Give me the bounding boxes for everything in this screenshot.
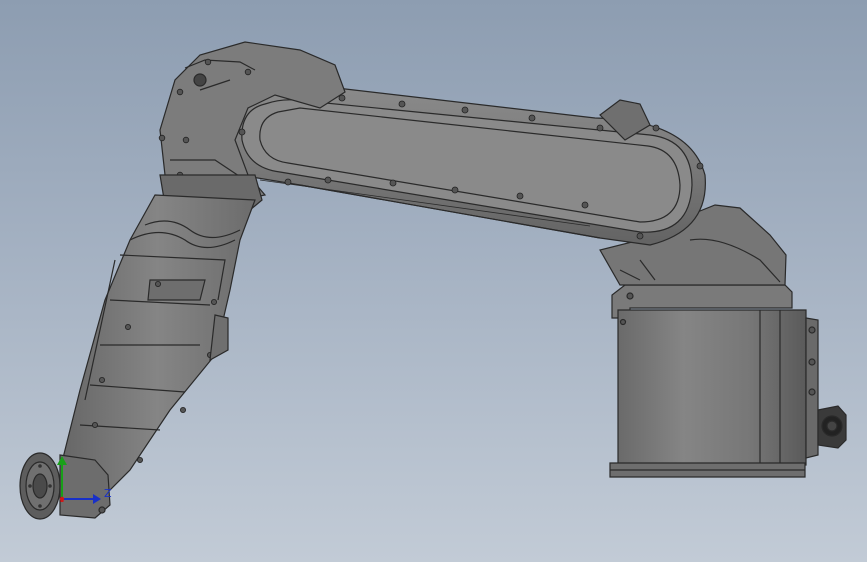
base-cable-connector <box>817 405 847 449</box>
robot-forearm <box>59 194 256 501</box>
robot-arm-model[interactable]: Z <box>0 0 867 562</box>
triad-z-label: Z <box>104 487 112 500</box>
robot-base <box>609 284 847 478</box>
cad-graphics-viewport[interactable]: Z <box>0 0 867 562</box>
robot-upper-arm <box>221 78 706 246</box>
triad-origin <box>59 496 65 502</box>
